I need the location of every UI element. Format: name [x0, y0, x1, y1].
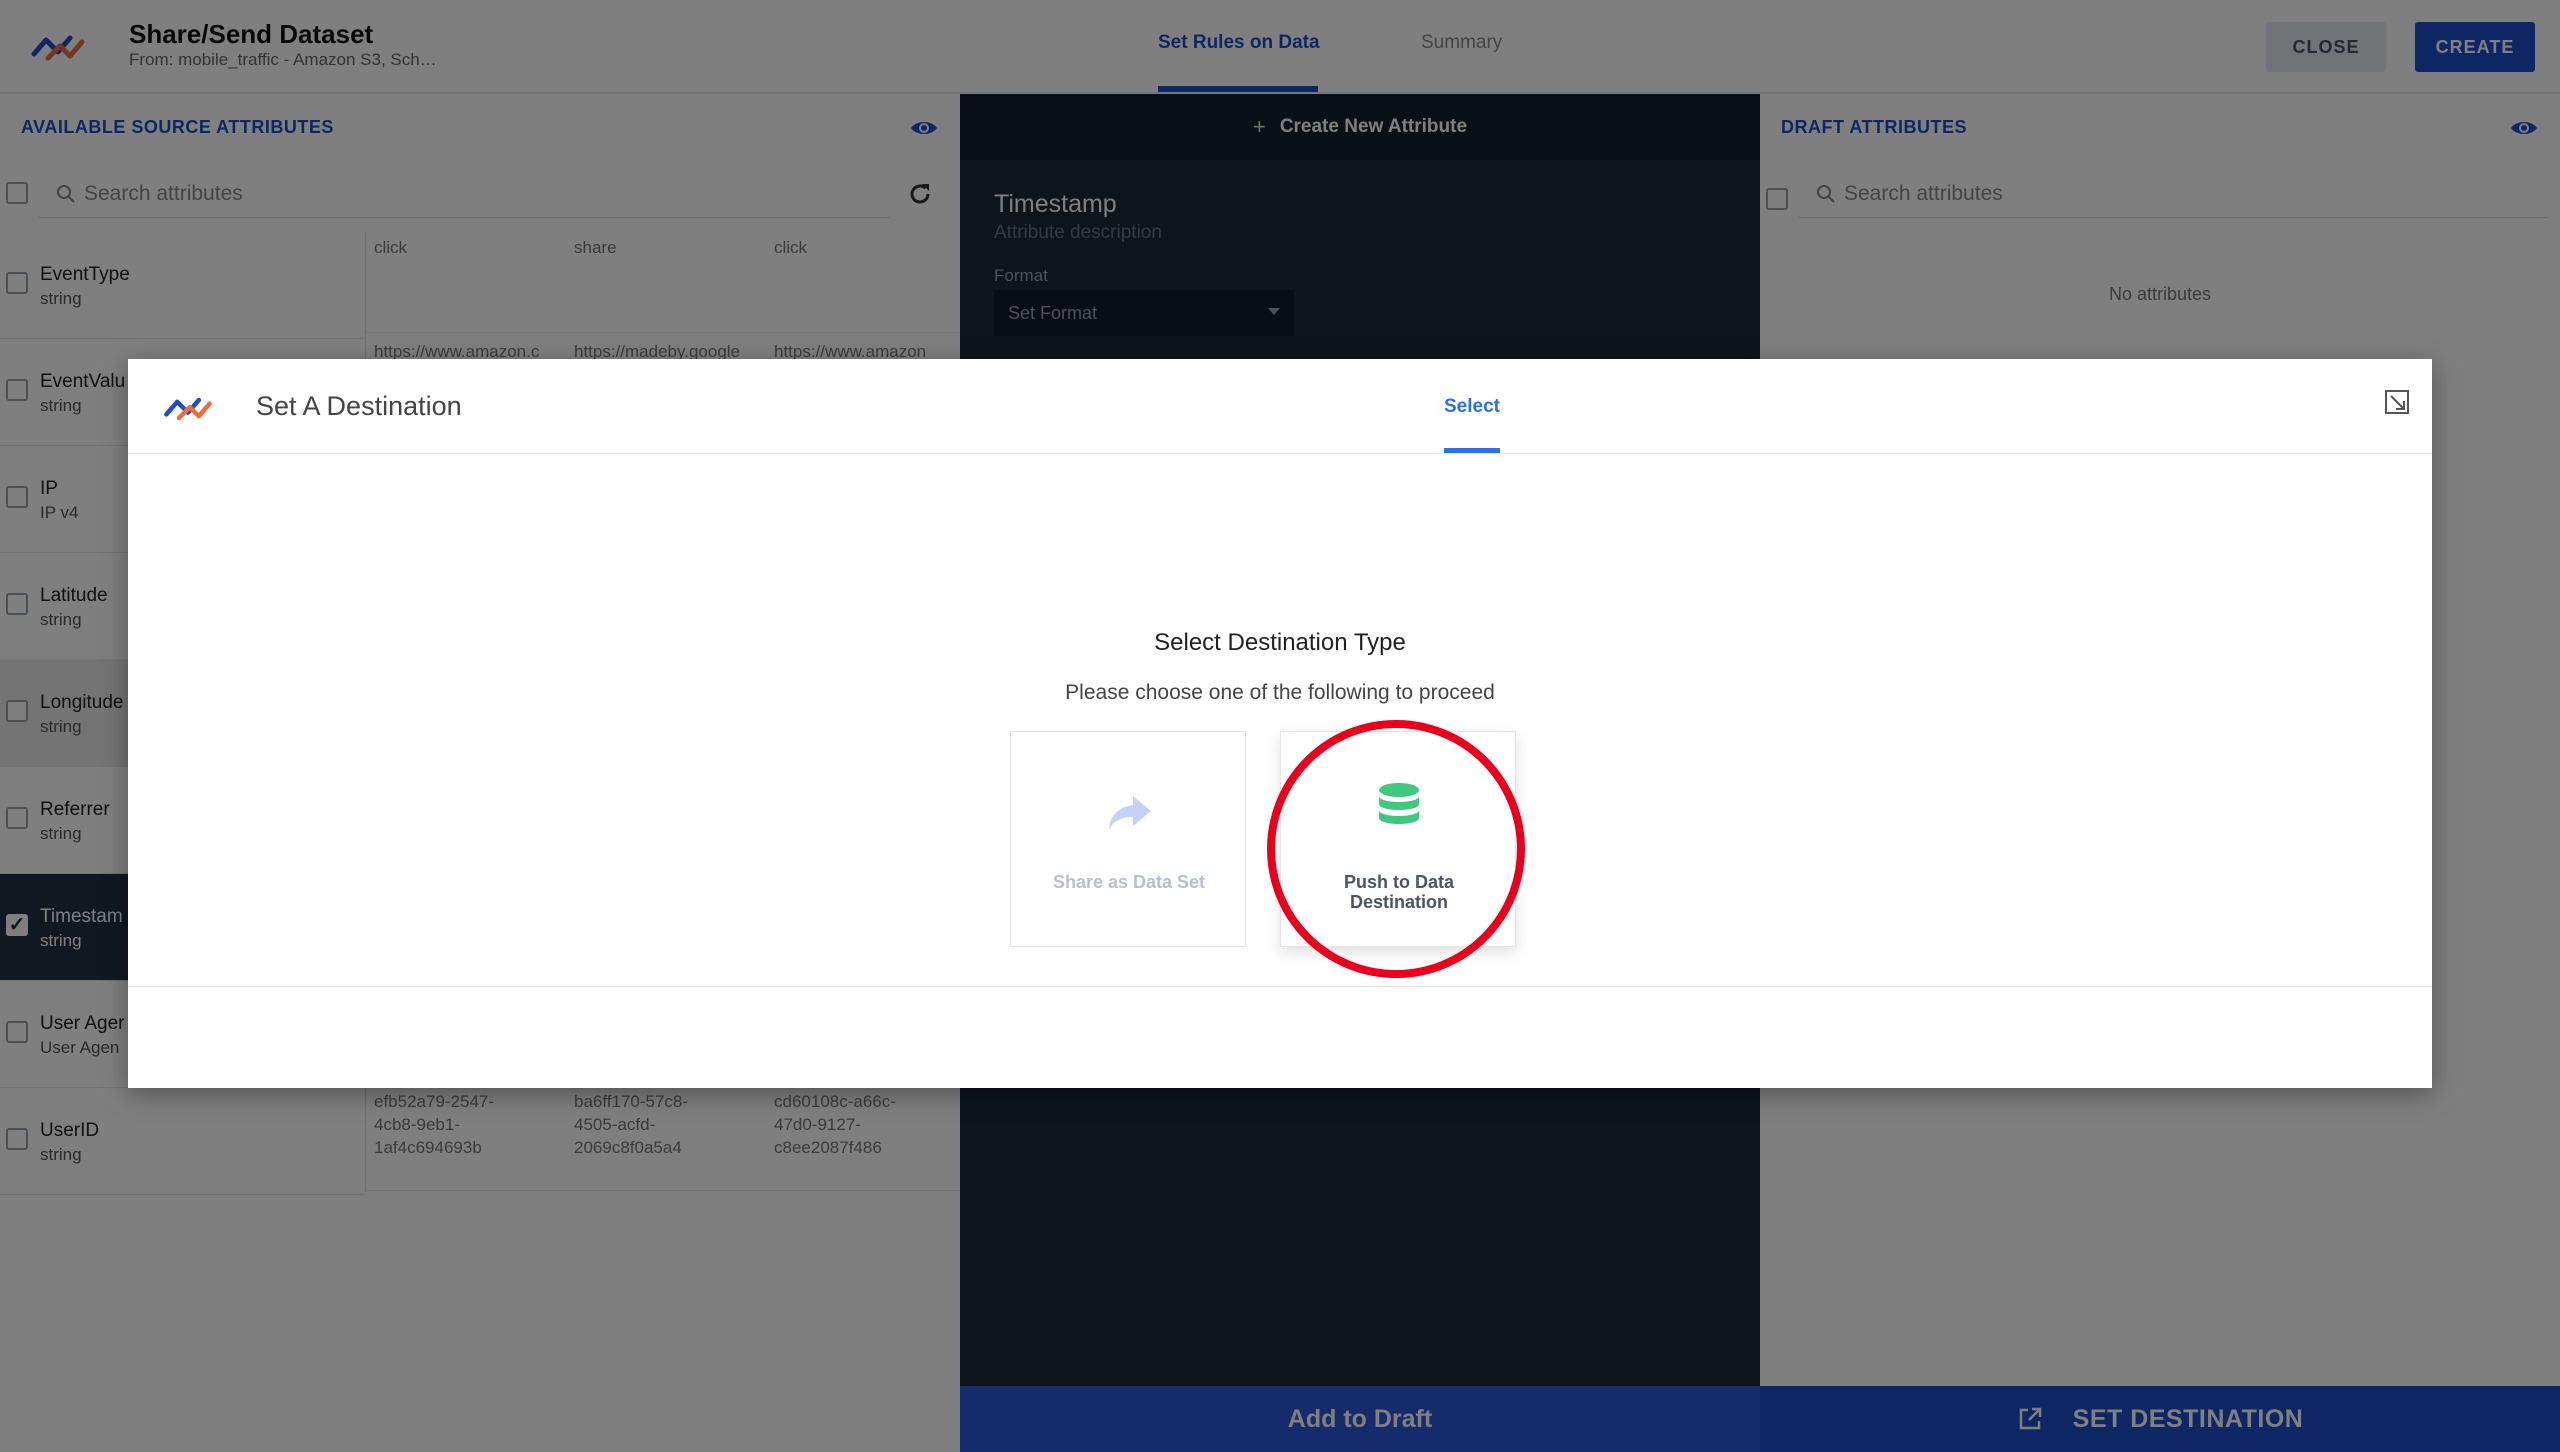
tab-select[interactable]: Select: [1444, 396, 1500, 418]
destination-type-subheading: Please choose one of the following to pr…: [1065, 681, 1495, 704]
app-logo-icon: [164, 397, 212, 421]
set-destination-modal: Set A Destination Select Select Destinat…: [128, 359, 2432, 1088]
modal-header: Set A Destination Select: [128, 359, 2432, 454]
option-label: Share as Data Set: [1052, 872, 1206, 892]
share-arrow-icon: [1109, 796, 1151, 830]
active-tab-indicator: [1444, 448, 1500, 453]
destination-type-heading: Select Destination Type: [1154, 629, 1406, 656]
modal-title: Set A Destination: [256, 391, 462, 421]
share-as-dataset-option[interactable]: Share as Data Set: [1010, 731, 1246, 947]
collapse-icon[interactable]: [2384, 389, 2410, 415]
modal-footer-divider: [128, 986, 2432, 987]
highlight-circle: [1267, 720, 1525, 978]
